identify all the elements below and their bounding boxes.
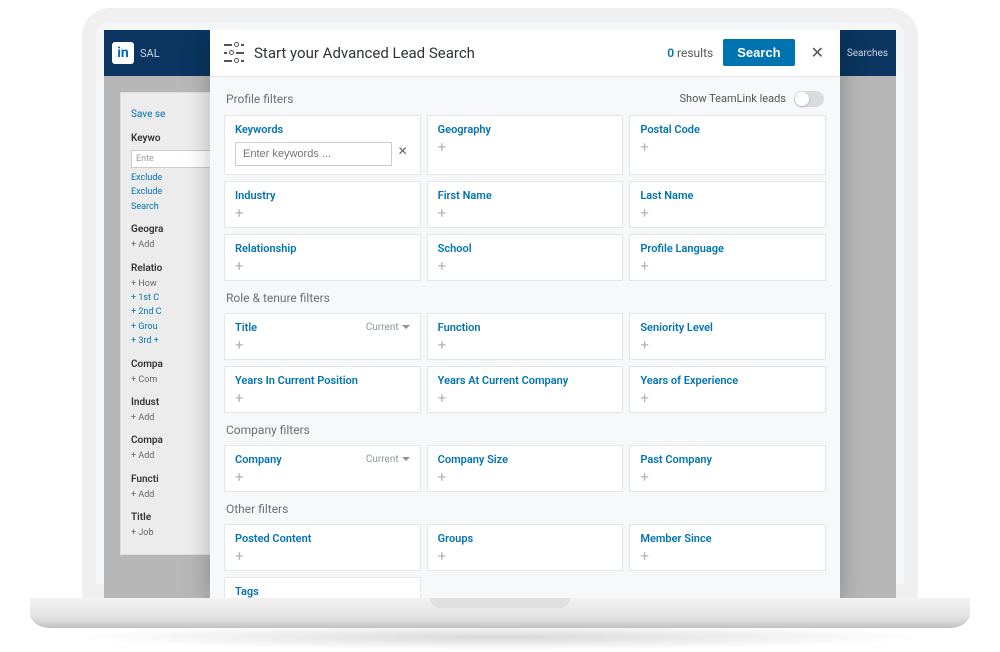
filter-past-company[interactable]: Past Company +: [629, 445, 826, 492]
filter-profile-language[interactable]: Profile Language +: [629, 234, 826, 281]
filter-seniority[interactable]: Seniority Level +: [629, 313, 826, 360]
filter-years-position[interactable]: Years In Current Position +: [224, 366, 421, 413]
filter-company[interactable]: Company Current +: [224, 445, 421, 492]
add-icon[interactable]: +: [438, 391, 613, 406]
filter-member-since[interactable]: Member Since +: [629, 524, 826, 571]
search-button[interactable]: Search: [723, 39, 794, 66]
laptop-base: [30, 598, 970, 628]
filter-keywords[interactable]: Keywords ✕: [224, 115, 421, 175]
filter-last-name[interactable]: Last Name +: [629, 181, 826, 228]
section-other-filters: Other filters: [226, 502, 288, 516]
add-icon[interactable]: +: [640, 391, 815, 406]
filter-years-experience[interactable]: Years of Experience +: [629, 366, 826, 413]
section-profile-filters: Profile filters: [226, 92, 293, 106]
add-icon[interactable]: +: [235, 259, 410, 274]
section-company-filters: Company filters: [226, 423, 310, 437]
add-icon[interactable]: +: [438, 338, 613, 353]
filter-company-size[interactable]: Company Size +: [427, 445, 624, 492]
linkedin-logo-icon: in: [112, 42, 134, 64]
filter-icon: [224, 42, 244, 63]
brand-text: SAL: [140, 47, 160, 60]
modal-header: Start your Advanced Lead Search 0 result…: [210, 30, 840, 77]
filter-function[interactable]: Function +: [427, 313, 624, 360]
add-icon[interactable]: +: [640, 338, 815, 353]
filter-relationship[interactable]: Relationship +: [224, 234, 421, 281]
results-count: 0 results: [667, 46, 713, 60]
advanced-search-modal: Start your Advanced Lead Search 0 result…: [210, 30, 840, 598]
section-role-filters: Role & tenure filters: [226, 291, 330, 305]
teamlink-toggle[interactable]: [794, 91, 824, 107]
filter-title[interactable]: Title Current +: [224, 313, 421, 360]
filter-years-company[interactable]: Years At Current Company +: [427, 366, 624, 413]
chevron-down-icon: [402, 325, 410, 329]
filter-groups[interactable]: Groups +: [427, 524, 624, 571]
chevron-down-icon: [402, 457, 410, 461]
add-icon[interactable]: +: [438, 259, 613, 274]
add-icon[interactable]: +: [640, 206, 815, 221]
add-icon[interactable]: +: [438, 206, 613, 221]
add-icon[interactable]: +: [640, 470, 815, 485]
searches-link[interactable]: Searches: [847, 48, 888, 59]
add-icon[interactable]: +: [438, 140, 613, 155]
close-icon[interactable]: ✕: [805, 43, 826, 62]
add-icon[interactable]: +: [640, 259, 815, 274]
filter-first-name[interactable]: First Name +: [427, 181, 624, 228]
teamlink-label: Show TeamLink leads: [680, 92, 787, 105]
add-icon[interactable]: +: [235, 391, 410, 406]
add-icon[interactable]: +: [438, 470, 613, 485]
keywords-input[interactable]: [235, 142, 392, 166]
current-dropdown[interactable]: Current: [366, 454, 410, 465]
add-icon[interactable]: +: [235, 549, 410, 564]
filter-industry[interactable]: Industry +: [224, 181, 421, 228]
modal-title: Start your Advanced Lead Search: [254, 44, 657, 62]
filter-tags[interactable]: Tags: [224, 577, 421, 598]
add-icon[interactable]: +: [235, 206, 410, 221]
filter-school[interactable]: School +: [427, 234, 624, 281]
filter-postal-code[interactable]: Postal Code +: [629, 115, 826, 175]
filter-posted-content[interactable]: Posted Content +: [224, 524, 421, 571]
add-icon[interactable]: +: [438, 549, 613, 564]
add-icon[interactable]: +: [235, 338, 410, 353]
add-icon[interactable]: +: [235, 470, 410, 485]
clear-icon[interactable]: ✕: [398, 144, 408, 158]
current-dropdown[interactable]: Current: [366, 322, 410, 333]
filter-geography[interactable]: Geography +: [427, 115, 624, 175]
add-icon[interactable]: +: [640, 140, 815, 155]
add-icon[interactable]: +: [640, 549, 815, 564]
